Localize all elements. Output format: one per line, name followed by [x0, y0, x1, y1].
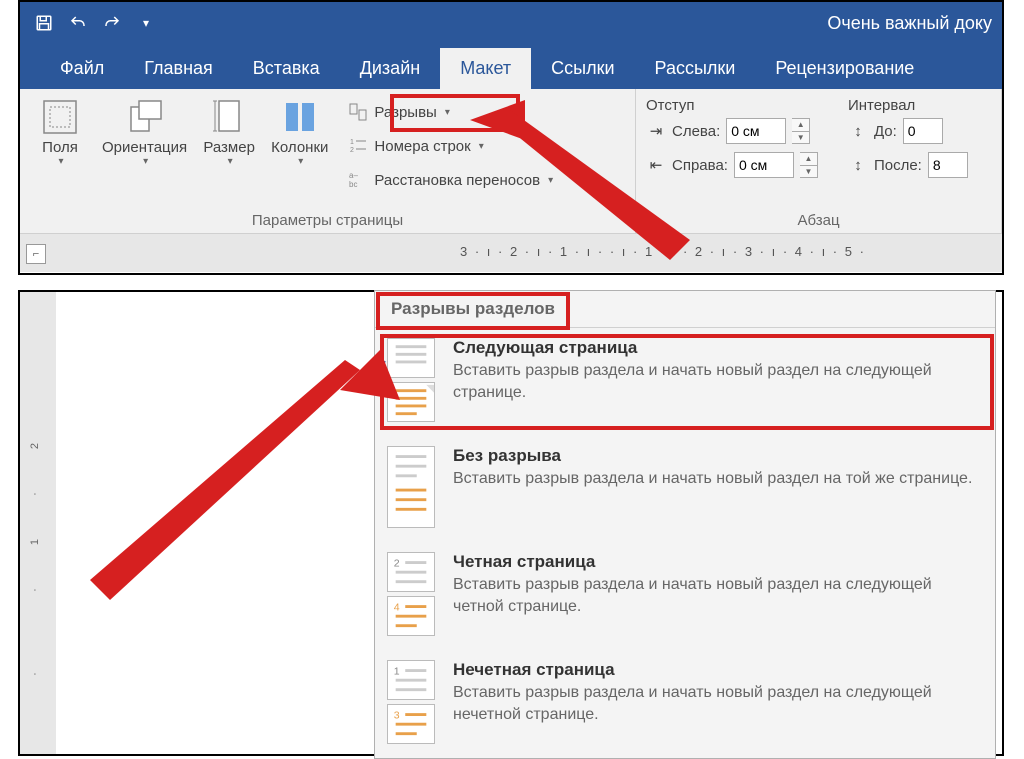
tab-references[interactable]: Ссылки: [531, 48, 634, 89]
svg-text:2: 2: [350, 147, 354, 154]
spacing-before-input[interactable]: [903, 118, 943, 144]
spinner-up[interactable]: ▲: [792, 119, 809, 132]
breaks-button[interactable]: Разрывы▾: [342, 97, 559, 127]
hyphenation-button[interactable]: a–bc Расстановка переносов▾: [342, 165, 559, 195]
spinner-down[interactable]: ▼: [800, 166, 817, 178]
indent-right-input[interactable]: [734, 152, 794, 178]
svg-text:3: 3: [394, 709, 400, 721]
document-title: Очень важный доку: [827, 13, 992, 34]
page-setup-group-label: Параметры страницы: [20, 212, 635, 229]
indent-right-icon: ⇤: [646, 155, 666, 175]
orientation-icon: [125, 97, 165, 137]
redo-icon[interactable]: [98, 9, 126, 37]
margins-icon: [40, 97, 80, 137]
dropdown-section-header: Разрывы разделов: [375, 291, 995, 328]
tab-mailings[interactable]: Рассылки: [635, 48, 756, 89]
dropdown-item-next-page[interactable]: ▶ Следующая страница Вставить разрыв раз…: [375, 328, 995, 436]
spacing-after-icon: ↕: [848, 155, 868, 175]
svg-text:a–: a–: [349, 171, 358, 180]
even-page-icon-1: 2: [387, 552, 435, 592]
spinner-down[interactable]: ▼: [792, 132, 809, 144]
svg-text:4: 4: [394, 601, 400, 613]
odd-page-icon-1: 1: [387, 660, 435, 700]
line-numbers-button[interactable]: 12 Номера строк▾: [342, 131, 559, 161]
indent-label: Отступ: [646, 95, 818, 116]
orientation-button[interactable]: Ориентация▾: [96, 93, 193, 201]
line-numbers-icon: 12: [348, 136, 368, 156]
svg-text:2: 2: [394, 557, 400, 569]
svg-text:1: 1: [394, 665, 400, 677]
tab-design[interactable]: Дизайн: [340, 48, 441, 89]
dropdown-item-continuous[interactable]: Без разрыва Вставить разрыв раздела и на…: [375, 436, 995, 542]
qat-customize-icon[interactable]: ▾: [132, 9, 160, 37]
hyphenation-icon: a–bc: [348, 170, 368, 190]
save-icon[interactable]: [30, 9, 58, 37]
breaks-icon: [348, 102, 368, 122]
spinner-up[interactable]: ▲: [800, 153, 817, 166]
dropdown-item-odd-page[interactable]: 1 3 Нечетная страница Вставить разрыв ра…: [375, 650, 995, 758]
spacing-label: Интервал: [848, 95, 968, 116]
dropdown-item-even-page[interactable]: 2 4 Четная страница Вставить разрыв разд…: [375, 542, 995, 650]
horizontal-ruler: 3 · ı · 2 · ı · 1 · ı · · ı · 1 · ı · 2 …: [460, 244, 866, 259]
next-page-icon-1: [387, 338, 435, 378]
tab-review[interactable]: Рецензирование: [755, 48, 934, 89]
margins-button[interactable]: Поля▾: [28, 93, 92, 201]
size-button[interactable]: Размер▾: [197, 93, 261, 201]
spacing-before-icon: ↕: [848, 121, 868, 141]
svg-text:1: 1: [350, 139, 354, 146]
next-page-icon-2: [387, 382, 435, 422]
undo-icon[interactable]: [64, 9, 92, 37]
columns-icon: [280, 97, 320, 137]
columns-button[interactable]: Колонки▾: [265, 93, 334, 201]
size-icon: [209, 97, 249, 137]
spacing-after-input[interactable]: [928, 152, 968, 178]
continuous-icon: [387, 446, 435, 528]
odd-page-icon-2: 3: [387, 704, 435, 744]
tab-file[interactable]: Файл: [40, 48, 124, 89]
tab-insert[interactable]: Вставка: [233, 48, 340, 89]
vertical-ruler: 2·1··: [20, 292, 50, 754]
indent-left-icon: ⇥: [646, 121, 666, 141]
even-page-icon-2: 4: [387, 596, 435, 636]
breaks-dropdown: Разрывы разделов ▶ Следующая страница Вс…: [374, 290, 996, 759]
tab-home[interactable]: Главная: [124, 48, 233, 89]
tab-selector[interactable]: ⌐: [26, 244, 46, 264]
tab-layout[interactable]: Макет: [440, 48, 531, 89]
indent-left-input[interactable]: [726, 118, 786, 144]
svg-text:bc: bc: [349, 180, 357, 189]
paragraph-group-label: Абзац: [636, 212, 1001, 229]
